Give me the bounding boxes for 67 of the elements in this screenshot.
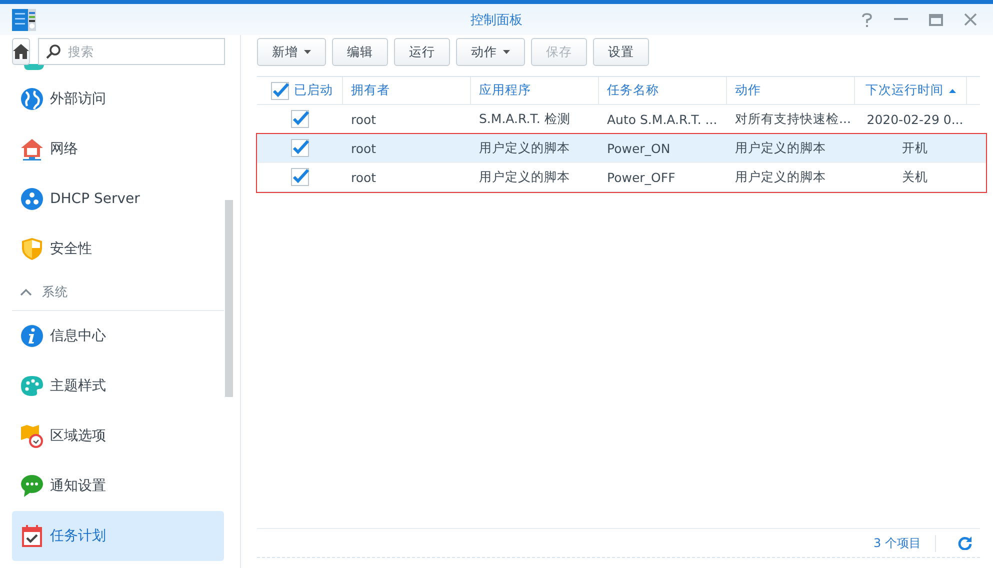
sidebar-item[interactable]: 信息中心 <box>12 311 224 361</box>
home-button[interactable] <box>12 38 30 65</box>
caret-icon <box>503 50 510 54</box>
house-icon <box>20 137 44 161</box>
checkbox[interactable] <box>291 110 309 128</box>
toolbar-button[interactable]: 编辑 <box>332 38 388 66</box>
table-cell: S.M.A.R.T. 检测 <box>479 110 570 128</box>
toolbar-button[interactable]: 动作 <box>456 38 525 66</box>
chat-bubble-icon <box>20 474 44 498</box>
minimize-icon[interactable] <box>894 18 908 21</box>
search-field[interactable]: 搜索 <box>38 38 225 65</box>
window-title: 控制面板 <box>470 12 522 28</box>
checkbox[interactable] <box>271 82 289 100</box>
maximize-icon[interactable] <box>929 14 943 26</box>
checkbox[interactable] <box>291 168 309 186</box>
table-cell: 2020-02-29 0... <box>866 112 964 126</box>
sidebar-item[interactable]: 通知设置 <box>12 461 224 511</box>
scrollbar[interactable] <box>225 200 233 397</box>
table-cell: 对所有支持快速检... <box>735 110 851 128</box>
table-cell: Power_OFF <box>607 170 676 184</box>
palette-icon <box>20 374 44 398</box>
refresh-icon[interactable] <box>958 536 972 550</box>
table-cell: 用户定义的脚本 <box>479 140 570 156</box>
close-icon[interactable] <box>964 13 977 26</box>
column-header[interactable]: 应用程序 <box>471 77 599 104</box>
table-cell: root <box>351 140 376 156</box>
table-cell: root <box>351 112 376 126</box>
sidebar-item[interactable]: 任务计划 <box>12 511 224 561</box>
toolbar-button[interactable]: 设置 <box>593 38 649 66</box>
map-clock-icon <box>20 424 44 448</box>
caret-icon <box>304 50 311 54</box>
network-icon <box>20 187 44 211</box>
table-cell: root <box>351 170 376 184</box>
sidebar-item[interactable]: DHCP Server <box>12 174 224 224</box>
sort-asc-icon <box>948 88 956 92</box>
home-icon <box>13 44 29 59</box>
control-panel-icon <box>12 8 36 30</box>
column-header[interactable]: 已启动 <box>257 77 343 104</box>
sidebar-item[interactable]: 区域选项 <box>12 411 224 461</box>
column-header[interactable]: 动作 <box>727 77 855 104</box>
sidebar-item[interactable]: 安全性 <box>12 224 224 274</box>
shield-icon <box>20 237 44 261</box>
chevron-icon <box>20 288 32 296</box>
column-header[interactable]: 任务名称 <box>599 77 727 104</box>
column-header[interactable]: 下次运行时间 <box>855 77 967 104</box>
help-icon[interactable] <box>861 12 873 26</box>
toolbar-button[interactable]: 运行 <box>394 38 450 66</box>
globe-icon <box>20 87 44 111</box>
checkbox[interactable] <box>291 139 309 157</box>
table-cell: 用户定义的脚本 <box>479 168 570 186</box>
info-icon <box>20 324 44 348</box>
section-header[interactable]: 系统 <box>12 274 224 311</box>
sidebar-item[interactable]: 网络 <box>12 124 224 174</box>
table-row[interactable]: root 用户定义的脚本 Power_ON 用户定义的脚本 开机 <box>257 134 986 163</box>
calendar-check-icon <box>20 524 44 548</box>
toolbar-button[interactable]: 新增 <box>257 38 326 66</box>
sidebar-item[interactable]: 主题样式 <box>12 361 224 411</box>
sidebar-item[interactable]: 外部访问 <box>12 74 224 124</box>
item-count: 3 个项目 <box>874 534 936 552</box>
table-cell: 用户定义的脚本 <box>735 168 826 186</box>
table-cell: 开机 <box>902 140 928 156</box>
table-cell: Auto S.M.A.R.T. ... <box>607 112 718 126</box>
table-cell: Power_ON <box>607 140 670 156</box>
table-cell: 关机 <box>902 168 928 186</box>
table-row[interactable]: root 用户定义的脚本 Power_OFF 用户定义的脚本 关机 <box>257 163 986 192</box>
table-cell: 用户定义的脚本 <box>735 140 826 156</box>
column-header[interactable]: 拥有者 <box>343 77 471 104</box>
